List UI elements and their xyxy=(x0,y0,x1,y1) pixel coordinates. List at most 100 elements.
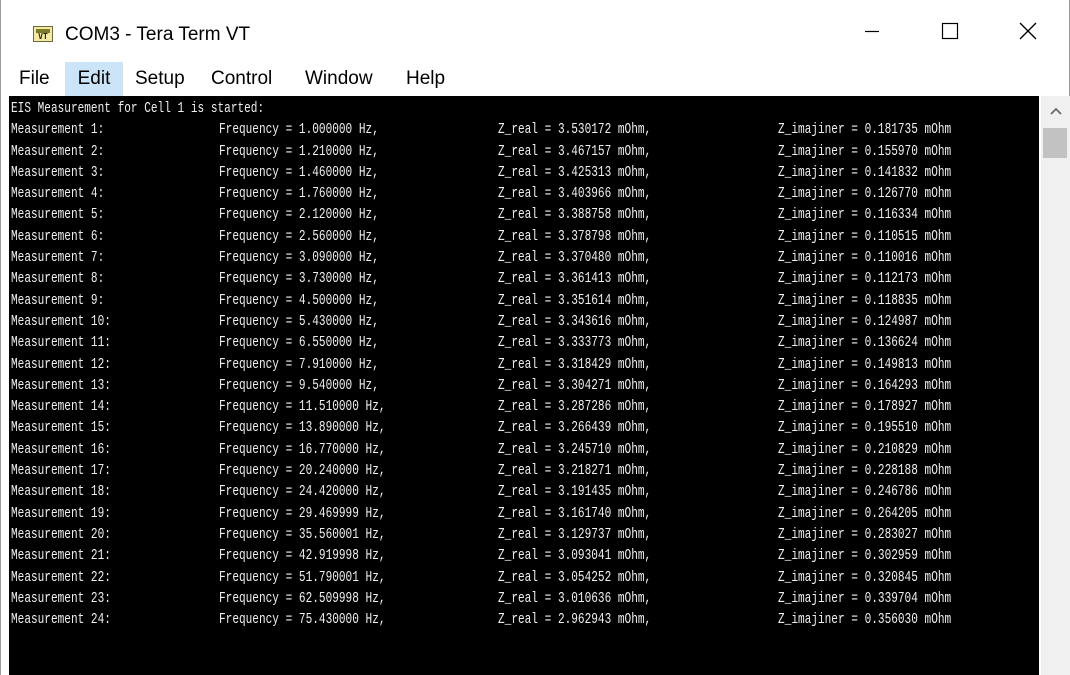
window-title: COM3 - Tera Term VT xyxy=(65,24,251,45)
z-imaginary-value: Z_imajiner = 0.118835 mOhm xyxy=(778,291,952,309)
measurement-label: Measurement 15: xyxy=(11,419,111,437)
terminal-output: EIS Measurement for Cell 1 is started: M… xyxy=(11,100,1039,632)
measurement-label: Measurement 2: xyxy=(11,142,105,160)
z-imaginary-value: Z_imajiner = 0.320845 mOhm xyxy=(778,568,952,586)
frequency-value: Frequency = 3.090000 Hz, xyxy=(219,249,379,267)
measurement-label: Measurement 11: xyxy=(11,334,111,352)
measurement-label: Measurement 4: xyxy=(11,185,105,203)
measurement-label: Measurement 10: xyxy=(11,312,111,330)
z-imaginary-value: Z_imajiner = 0.149813 mOhm xyxy=(778,355,952,373)
frequency-value: Frequency = 2.560000 Hz, xyxy=(219,227,379,245)
frequency-value: Frequency = 1.210000 Hz, xyxy=(219,142,379,160)
measurement-row: Measurement 8: Frequency = 3.730000 Hz, Z_… xyxy=(11,270,1039,291)
measurement-row: Measurement 23: Frequency = 62.509998 Hz,… xyxy=(11,590,1039,611)
z-real-value: Z_real = 3.530172 mOhm, xyxy=(498,121,652,139)
title-bar[interactable]: VT COM3 - Tera Term VT xyxy=(1,0,1069,62)
z-real-value: Z_real = 3.304271 mOhm, xyxy=(498,376,652,394)
menu-edit[interactable]: Edit xyxy=(65,62,123,96)
measurement-label: Measurement 20: xyxy=(11,525,111,543)
z-real-value: Z_real = 3.093041 mOhm, xyxy=(498,547,652,565)
frequency-value: Frequency = 3.730000 Hz, xyxy=(219,270,379,288)
minimize-button[interactable] xyxy=(831,0,913,62)
measurement-label: Measurement 23: xyxy=(11,589,111,607)
menu-help[interactable]: Help xyxy=(406,62,456,96)
frequency-value: Frequency = 1.460000 Hz, xyxy=(219,163,379,181)
scroll-thumb[interactable] xyxy=(1043,128,1067,158)
measurement-row: Measurement 9: Frequency = 4.500000 Hz, Z_… xyxy=(11,292,1039,313)
z-imaginary-value: Z_imajiner = 0.110515 mOhm xyxy=(778,227,952,245)
z-real-value: Z_real = 3.161740 mOhm, xyxy=(498,504,652,522)
measurement-row: Measurement 10: Frequency = 5.430000 Hz, Z… xyxy=(11,313,1039,334)
measurement-row: Measurement 1: Frequency = 1.000000 Hz, Z_… xyxy=(11,121,1039,142)
z-real-value: Z_real = 2.962943 mOhm, xyxy=(498,611,652,629)
measurement-row: Measurement 21: Frequency = 42.919998 Hz,… xyxy=(11,547,1039,568)
z-real-value: Z_real = 3.318429 mOhm, xyxy=(498,355,652,373)
z-real-value: Z_real = 3.388758 mOhm, xyxy=(498,206,652,224)
frequency-value: Frequency = 13.890000 Hz, xyxy=(219,419,386,437)
app-icon-text: VT xyxy=(38,32,48,41)
vertical-scrollbar[interactable] xyxy=(1041,96,1070,675)
menu-setup[interactable]: Setup xyxy=(135,62,197,96)
scroll-up-button[interactable] xyxy=(1041,96,1070,126)
z-imaginary-value: Z_imajiner = 0.181735 mOhm xyxy=(778,121,952,139)
z-imaginary-value: Z_imajiner = 0.339704 mOhm xyxy=(778,589,952,607)
close-button[interactable] xyxy=(987,0,1069,62)
z-real-value: Z_real = 3.351614 mOhm, xyxy=(498,291,652,309)
z-real-value: Z_real = 3.370480 mOhm, xyxy=(498,249,652,267)
menu-control[interactable]: Control xyxy=(211,62,291,96)
frequency-value: Frequency = 35.560001 Hz, xyxy=(219,525,386,543)
measurement-label: Measurement 1: xyxy=(11,121,105,139)
maximize-button[interactable] xyxy=(909,0,991,62)
z-real-value: Z_real = 3.054252 mOhm, xyxy=(498,568,652,586)
z-real-value: Z_real = 3.191435 mOhm, xyxy=(498,483,652,501)
menu-file[interactable]: File xyxy=(13,62,55,96)
z-imaginary-value: Z_imajiner = 0.246786 mOhm xyxy=(778,483,952,501)
menu-window[interactable]: Window xyxy=(305,62,391,96)
z-imaginary-value: Z_imajiner = 0.264205 mOhm xyxy=(778,504,952,522)
measurement-label: Measurement 6: xyxy=(11,227,105,245)
z-imaginary-value: Z_imajiner = 0.116334 mOhm xyxy=(778,206,952,224)
z-imaginary-value: Z_imajiner = 0.178927 mOhm xyxy=(778,398,952,416)
scroll-up-arrow-icon xyxy=(1050,107,1062,115)
teraterm-app-icon[interactable]: VT xyxy=(33,26,53,42)
measurement-row: Measurement 20: Frequency = 35.560001 Hz,… xyxy=(11,526,1039,547)
measurement-row: Measurement 4: Frequency = 1.760000 Hz, Z_… xyxy=(11,185,1039,206)
frequency-value: Frequency = 11.510000 Hz, xyxy=(219,398,386,416)
measurement-row: Measurement 17: Frequency = 20.240000 Hz,… xyxy=(11,462,1039,483)
measurement-row: Measurement 7: Frequency = 3.090000 Hz, Z_… xyxy=(11,249,1039,270)
measurement-label: Measurement 22: xyxy=(11,568,111,586)
measurement-row: Measurement 14: Frequency = 11.510000 Hz,… xyxy=(11,398,1039,419)
z-real-value: Z_real = 3.403966 mOhm, xyxy=(498,185,652,203)
measurement-label: Measurement 19: xyxy=(11,504,111,522)
z-real-value: Z_real = 3.010636 mOhm, xyxy=(498,589,652,607)
menu-bar: File Edit Setup Control Window Help xyxy=(1,62,1069,96)
measurement-label: Measurement 24: xyxy=(11,611,111,629)
frequency-value: Frequency = 29.469999 Hz, xyxy=(219,504,386,522)
measurement-row: Measurement 24: Frequency = 75.430000 Hz,… xyxy=(11,611,1039,632)
z-real-value: Z_real = 3.266439 mOhm, xyxy=(498,419,652,437)
measurement-label: Measurement 8: xyxy=(11,270,105,288)
z-imaginary-value: Z_imajiner = 0.141832 mOhm xyxy=(778,163,952,181)
z-real-value: Z_real = 3.245710 mOhm, xyxy=(498,440,652,458)
measurement-row: Measurement 19: Frequency = 29.469999 Hz,… xyxy=(11,505,1039,526)
z-imaginary-value: Z_imajiner = 0.356030 mOhm xyxy=(778,611,952,629)
z-real-value: Z_real = 3.287286 mOhm, xyxy=(498,398,652,416)
measurement-row: Measurement 13: Frequency = 9.540000 Hz, Z… xyxy=(11,377,1039,398)
z-real-value: Z_real = 3.333773 mOhm, xyxy=(498,334,652,352)
terminal-header-line: EIS Measurement for Cell 1 is started: xyxy=(11,100,1039,121)
measurement-label: Measurement 5: xyxy=(11,206,105,224)
z-real-value: Z_real = 3.343616 mOhm, xyxy=(498,312,652,330)
z-imaginary-value: Z_imajiner = 0.283027 mOhm xyxy=(778,525,952,543)
frequency-value: Frequency = 1.000000 Hz, xyxy=(219,121,379,139)
measurement-label: Measurement 7: xyxy=(11,249,105,267)
frequency-value: Frequency = 7.910000 Hz, xyxy=(219,355,379,373)
z-real-value: Z_real = 3.129737 mOhm, xyxy=(498,525,652,543)
frequency-value: Frequency = 9.540000 Hz, xyxy=(219,376,379,394)
z-imaginary-value: Z_imajiner = 0.110016 mOhm xyxy=(778,249,952,267)
measurement-label: Measurement 21: xyxy=(11,547,111,565)
frequency-value: Frequency = 51.790001 Hz, xyxy=(219,568,386,586)
terminal-screen[interactable]: EIS Measurement for Cell 1 is started: M… xyxy=(9,96,1039,675)
measurement-label: Measurement 14: xyxy=(11,398,111,416)
maximize-icon xyxy=(941,22,959,40)
z-imaginary-value: Z_imajiner = 0.195510 mOhm xyxy=(778,419,952,437)
